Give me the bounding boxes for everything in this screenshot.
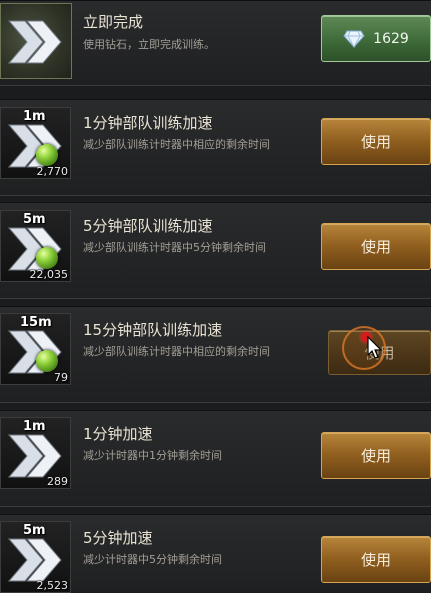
diamond-icon xyxy=(343,30,365,48)
green-orb-icon xyxy=(36,350,58,372)
list-item-troop-5m: 5m 22,035 5分钟部队训练加速 减少部队训练计时器中5分钟剩余时间 使用 xyxy=(0,202,431,299)
duration-badge: 5m xyxy=(23,212,46,227)
gem-cost: 1629 xyxy=(373,30,409,47)
list-item-speed-1m: 1m 289 1分钟加速 减少计时器中1分钟剩余时间 使用 xyxy=(0,410,431,507)
green-orb-icon xyxy=(36,144,58,166)
duration-badge: 1m xyxy=(23,109,46,124)
item-title: 5分钟部队训练加速 xyxy=(83,217,213,235)
double-chevron-icon xyxy=(7,124,62,168)
item-title: 1分钟部队训练加速 xyxy=(83,114,213,132)
item-count: 2,523 xyxy=(36,579,69,592)
item-description: 减少计时器中5分钟剩余时间 xyxy=(83,553,222,566)
list-item-instant-finish: 立即完成 使用钻石，立即完成训练。 1629 xyxy=(0,0,431,86)
double-chevron-icon xyxy=(7,227,62,271)
item-description: 减少部队训练计时器中5分钟剩余时间 xyxy=(83,241,266,254)
list-item-troop-1m: 1m 2,770 1分钟部队训练加速 减少部队训练计时器中相应的剩余时间 使用 xyxy=(0,99,431,196)
mouse-pointer-icon xyxy=(367,336,383,359)
duration-badge: 15m xyxy=(20,315,52,330)
double-chevron-icon xyxy=(7,538,62,582)
item-description: 减少部队训练计时器中相应的剩余时间 xyxy=(83,345,270,358)
item-count: 289 xyxy=(47,475,68,488)
green-orb-icon xyxy=(36,247,58,269)
use-button[interactable]: 使用 xyxy=(321,223,431,270)
item-icon: 5m 22,035 xyxy=(0,210,71,282)
list-item-speed-5m: 5m 2,523 5分钟加速 减少计时器中5分钟剩余时间 使用 xyxy=(0,514,431,593)
double-chevron-icon xyxy=(7,330,62,374)
item-description: 减少部队训练计时器中相应的剩余时间 xyxy=(83,138,270,151)
use-gems-button[interactable]: 1629 xyxy=(321,15,431,62)
item-title: 15分钟部队训练加速 xyxy=(83,321,223,339)
use-button[interactable]: 使用 xyxy=(321,432,431,479)
use-button[interactable]: 使用 xyxy=(321,536,431,583)
item-icon: 1m 2,770 xyxy=(0,107,71,179)
double-chevron-icon xyxy=(7,434,62,478)
instant-finish-item-icon xyxy=(0,3,72,79)
item-title: 5分钟加速 xyxy=(83,529,153,547)
double-chevron-icon xyxy=(7,20,62,64)
item-count: 79 xyxy=(54,371,68,384)
duration-badge: 5m xyxy=(23,523,46,538)
speedup-item-list: 立即完成 使用钻石，立即完成训练。 1629 1m 2,770 1分钟部队训练加… xyxy=(0,0,431,593)
item-count: 22,035 xyxy=(29,268,69,281)
item-title: 立即完成 xyxy=(83,13,144,31)
duration-badge: 1m xyxy=(23,419,46,434)
item-description: 使用钻石，立即完成训练。 xyxy=(83,38,215,51)
item-description: 减少计时器中1分钟剩余时间 xyxy=(83,449,222,462)
item-count: 2,770 xyxy=(36,165,69,178)
item-icon: 5m 2,523 xyxy=(0,521,71,593)
item-icon: 1m 289 xyxy=(0,417,71,489)
use-button[interactable]: 使用 xyxy=(321,118,431,165)
item-title: 1分钟加速 xyxy=(83,425,153,443)
item-icon: 15m 79 xyxy=(0,313,71,385)
